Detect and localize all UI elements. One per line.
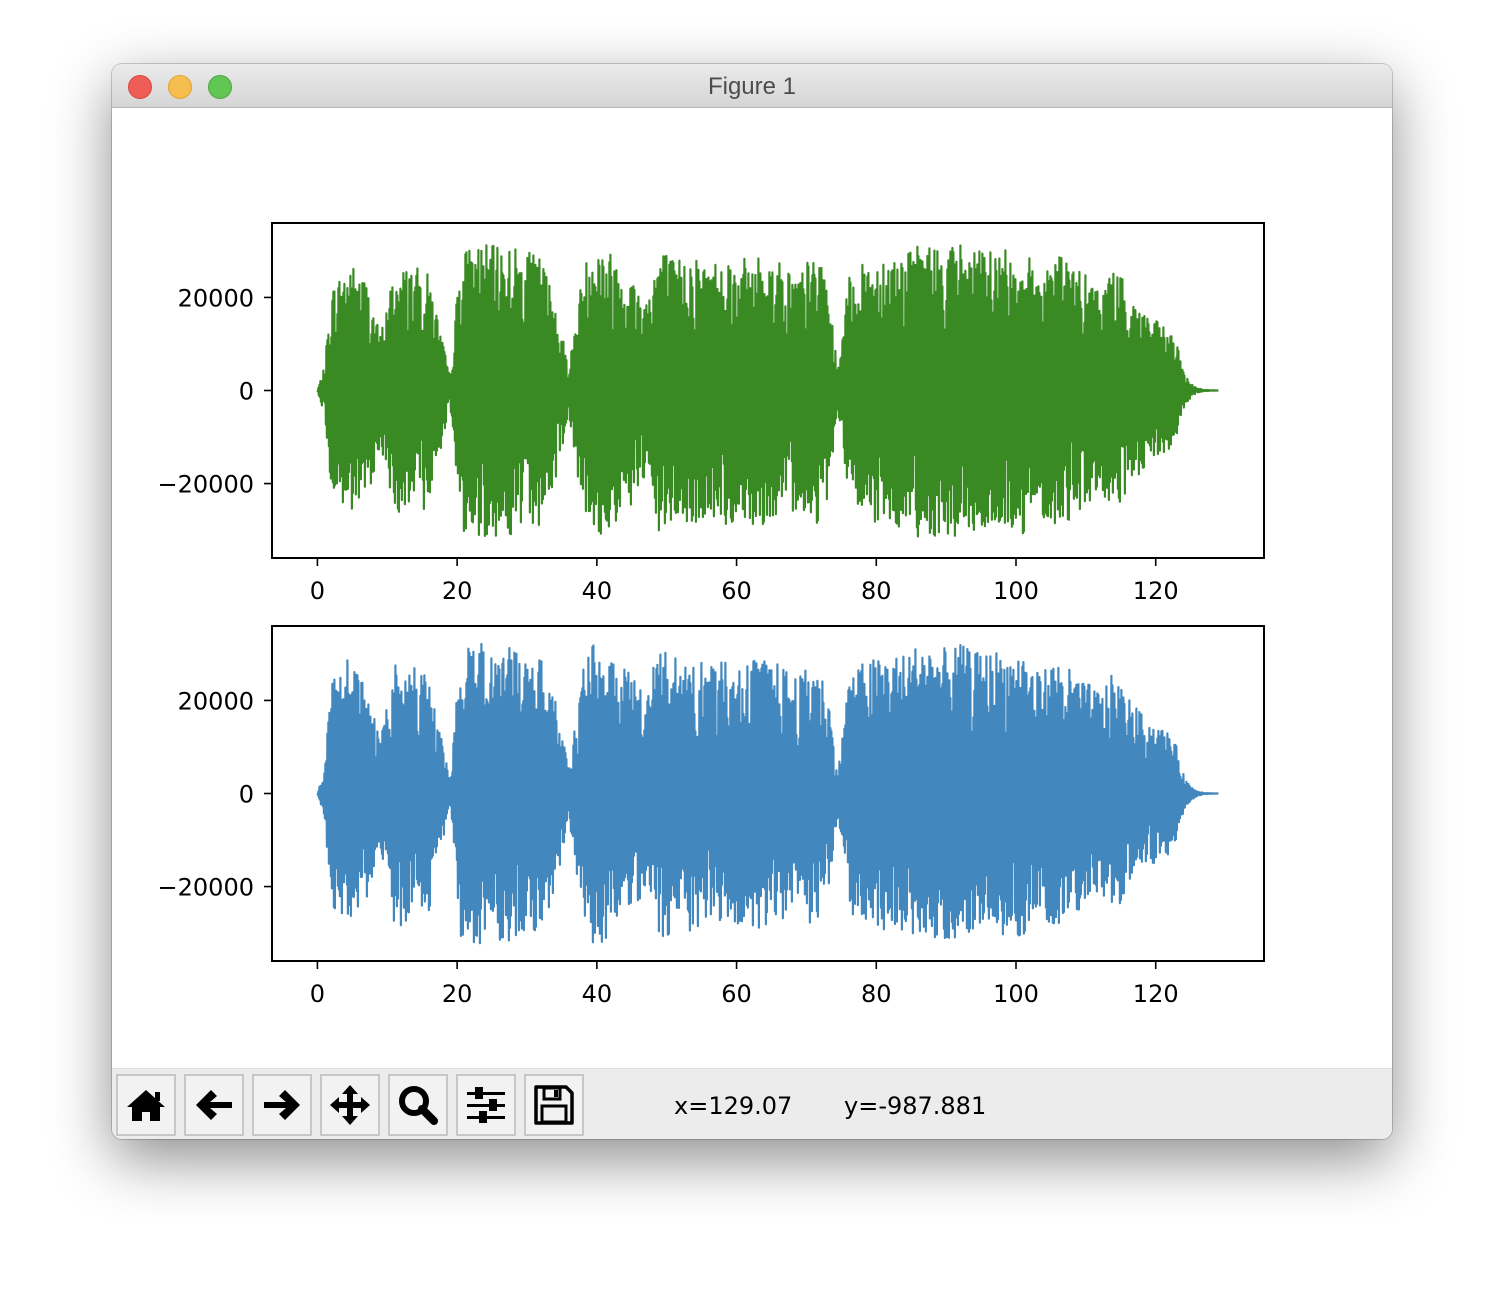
subplot-top: 0 20 40 60 80 100 120 20000 0 −20000	[158, 222, 1265, 605]
pan-button[interactable]	[320, 1074, 380, 1136]
x-tick-label: 20	[442, 980, 473, 1008]
x-tick-label: 0	[310, 577, 325, 605]
y-tick-label: −20000	[158, 471, 254, 499]
y-coordinate-readout: y=-987.881	[844, 1092, 987, 1120]
title-bar: Figure 1	[112, 64, 1392, 108]
zoom-button[interactable]	[388, 1074, 448, 1136]
forward-button[interactable]	[252, 1074, 312, 1136]
x-tick-label: 100	[993, 980, 1039, 1008]
x-tick-label: 120	[1133, 577, 1179, 605]
x-tick-label: 60	[721, 577, 752, 605]
floppy-disk-icon	[534, 1085, 574, 1125]
arrow-right-icon	[264, 1090, 300, 1120]
y-tick-label: −20000	[158, 874, 254, 902]
arrow-left-icon	[196, 1090, 232, 1120]
x-coordinate-readout: x=129.07	[674, 1092, 793, 1120]
x-tick-label: 40	[582, 577, 613, 605]
figure-canvas[interactable]: 0 20 40 60 80 100 120 20000 0 −20000 0 20 40 60 80 100…	[112, 108, 1392, 1068]
x-tick-label: 100	[993, 577, 1039, 605]
y-tick-label: 0	[239, 781, 254, 809]
x-tick-label: 80	[861, 577, 892, 605]
x-tick-label: 40	[582, 980, 613, 1008]
x-tick-label: 120	[1133, 980, 1179, 1008]
waveform-series-line	[316, 244, 1219, 538]
save-button[interactable]	[524, 1074, 584, 1136]
y-tick-label: 20000	[178, 687, 254, 715]
sliders-icon	[467, 1087, 505, 1123]
y-tick-label: 20000	[178, 284, 254, 312]
figure-svg: 0 20 40 60 80 100 120 20000 0 −20000 0 20 40 60 80 100…	[158, 222, 1265, 1008]
waveform-series-line	[316, 642, 1219, 945]
magnifier-icon	[399, 1086, 438, 1125]
move-arrows-icon	[330, 1085, 370, 1125]
figure-window: Figure 1 0 20 40 60 80 100 120 20000 0 −20000 0 20…	[112, 64, 1392, 1139]
navigation-toolbar: x=129.07 y=-987.881	[112, 1068, 1392, 1139]
window-title: Figure 1	[707, 73, 797, 100]
back-button[interactable]	[184, 1074, 244, 1136]
y-tick-label: 0	[239, 378, 254, 406]
configure-subplots-button[interactable]	[456, 1074, 516, 1136]
x-tick-label: 80	[861, 980, 892, 1008]
home-icon	[127, 1090, 165, 1121]
home-button[interactable]	[116, 1074, 176, 1136]
x-tick-label: 20	[442, 577, 473, 605]
subplot-bottom: 0 20 40 60 80 100 120 20000 0 −20000	[158, 625, 1265, 1008]
x-tick-label: 60	[721, 980, 752, 1008]
x-tick-label: 0	[310, 980, 325, 1008]
